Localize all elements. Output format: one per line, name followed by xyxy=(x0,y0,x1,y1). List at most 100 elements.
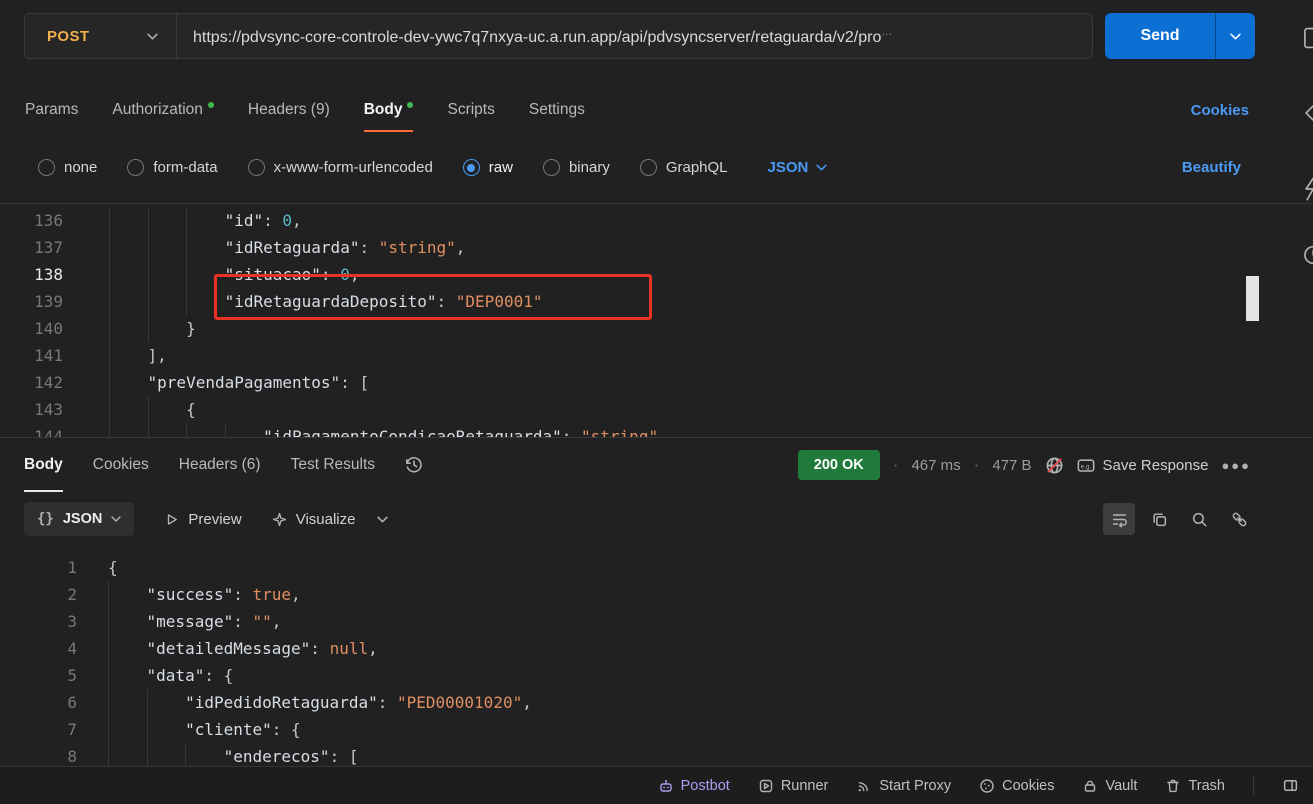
more-actions-button[interactable]: ●●● xyxy=(1221,458,1251,473)
code-line: 1{ xyxy=(0,554,1313,581)
language-select[interactable]: JSON xyxy=(768,159,828,176)
chevron-down-icon xyxy=(1230,33,1241,40)
radio-icon xyxy=(247,159,265,176)
clipboard-icon-fragment[interactable] xyxy=(1300,25,1313,51)
tab-authorization[interactable]: Authorization xyxy=(112,88,214,132)
send-button[interactable]: Send xyxy=(1105,13,1215,59)
preview-button[interactable]: Preview xyxy=(164,511,242,528)
save-response-label: Save Response xyxy=(1102,456,1209,474)
wrap-text-button[interactable] xyxy=(1103,503,1135,535)
footer-label: Postbot xyxy=(680,777,730,794)
radio-icon xyxy=(127,159,145,176)
tab-label: Test Results xyxy=(290,456,376,473)
response-tool-icons xyxy=(1103,503,1313,535)
footer-postbot[interactable]: Postbot xyxy=(658,778,730,794)
tab-label: Params xyxy=(25,101,79,118)
tab-params[interactable]: Params xyxy=(25,88,78,132)
tab-body[interactable]: Body xyxy=(363,88,414,132)
mode-x-www-form-urlencoded[interactable]: x-www-form-urlencoded xyxy=(247,159,433,176)
mode-none[interactable]: none xyxy=(38,159,97,176)
footer-label: Runner xyxy=(780,777,829,794)
panel-toggle-icon[interactable] xyxy=(1282,777,1299,794)
response-tab-test-results[interactable]: Test Results xyxy=(291,438,375,492)
status-badge[interactable]: 200 OK xyxy=(797,450,880,480)
response-time[interactable]: 467 ms xyxy=(911,457,960,474)
footer-bar: Postbot Runner Start Proxy Cookies Vault… xyxy=(0,766,1313,804)
link-icon[interactable] xyxy=(1223,503,1255,535)
method-select[interactable]: POST xyxy=(25,14,177,58)
network-warning-icon[interactable] xyxy=(1045,456,1064,475)
footer-start-proxy[interactable]: Start Proxy xyxy=(856,778,951,794)
tab-scripts[interactable]: Scripts xyxy=(447,88,494,132)
separator-dot: · xyxy=(973,455,980,474)
request-bar: POST https://pdvsync-core-controle-dev-y… xyxy=(24,13,1093,59)
footer-trash[interactable]: Trash xyxy=(1165,778,1225,794)
response-header: Body Cookies Headers (6) Test Results 20… xyxy=(0,437,1313,492)
radio-selected-icon xyxy=(462,159,480,176)
line-number: 143 xyxy=(34,400,63,419)
collapse-panel-icon-fragment[interactable] xyxy=(1300,100,1313,126)
response-editor[interactable]: 1{2 "success": true, 3 "message": "", 4 "deta… xyxy=(0,546,1313,766)
response-tab-body[interactable]: Body xyxy=(24,438,63,492)
tab-label: Authorization xyxy=(112,101,203,118)
search-icon[interactable] xyxy=(1183,503,1215,535)
code-line: 139 "idRetaguardaDeposito": "DEP0001" xyxy=(0,288,1313,315)
url-input[interactable]: https://pdvsync-core-controle-dev-ywc7q7… xyxy=(177,26,1092,47)
response-tab-cookies[interactable]: Cookies xyxy=(93,438,149,492)
mode-raw[interactable]: raw xyxy=(462,159,513,176)
tab-label: Body xyxy=(363,101,403,118)
body-mode-row: none form-data x-www-form-urlencoded raw… xyxy=(0,132,1313,204)
line-number: 2 xyxy=(67,585,77,604)
mode-label: binary xyxy=(568,159,610,176)
runner-icon xyxy=(758,778,774,794)
chevron-down-icon xyxy=(147,33,158,40)
mode-binary[interactable]: binary xyxy=(542,159,610,176)
response-format-select[interactable]: {} JSON xyxy=(24,502,135,536)
response-size[interactable]: 477 B xyxy=(992,457,1031,474)
format-options-chevron[interactable] xyxy=(377,516,389,523)
request-editor[interactable]: 136 "id": 0, 137 "idRetaguarda": "string", 1… xyxy=(0,204,1313,437)
response-history-icon[interactable] xyxy=(405,456,423,474)
separator-dot: · xyxy=(892,455,899,474)
tab-settings[interactable]: Settings xyxy=(529,88,585,132)
mode-graphql[interactable]: GraphQL xyxy=(639,159,728,176)
request-url-row: POST https://pdvsync-core-controle-dev-y… xyxy=(0,0,1313,88)
svg-text:e.g.: e.g. xyxy=(1080,463,1091,470)
mode-label: raw xyxy=(488,159,513,176)
editor-scrollbar-thumb[interactable] xyxy=(1246,276,1259,321)
mode-label: form-data xyxy=(153,159,218,176)
send-options-button[interactable] xyxy=(1215,13,1255,59)
line-number: 138 xyxy=(34,265,63,284)
code-line: 6 "idPedidoRetaguarda": "PED00001020", xyxy=(0,689,1313,716)
tab-label: Settings xyxy=(528,101,585,118)
copy-icon[interactable] xyxy=(1143,503,1175,535)
code-line: 2 "success": true, xyxy=(0,581,1313,608)
footer-cookies[interactable]: Cookies xyxy=(979,778,1054,794)
response-tab-headers[interactable]: Headers (6) xyxy=(179,438,261,492)
mode-label: x-www-form-urlencoded xyxy=(273,159,433,176)
code-line: 4 "detailedMessage": null, xyxy=(0,635,1313,662)
mode-form-data[interactable]: form-data xyxy=(127,159,218,176)
url-text: https://pdvsync-core-controle-dev-ywc7q7… xyxy=(193,28,882,46)
chevron-down-icon xyxy=(816,164,828,171)
tab-headers[interactable]: Headers (9) xyxy=(248,88,330,132)
cookies-link[interactable]: Cookies xyxy=(1191,102,1313,119)
language-label: JSON xyxy=(767,159,809,176)
footer-label: Trash xyxy=(1188,777,1225,794)
save-response-button[interactable]: e.g. Save Response xyxy=(1077,456,1209,474)
visualize-button[interactable]: Visualize xyxy=(272,510,356,528)
footer-label: Start Proxy xyxy=(879,777,952,794)
visualize-label: Visualize xyxy=(295,510,356,528)
footer-runner[interactable]: Runner xyxy=(758,777,829,794)
mode-label: GraphQL xyxy=(665,159,728,176)
footer-vault[interactable]: Vault xyxy=(1082,778,1137,794)
highlight-annotation-box xyxy=(214,274,652,320)
response-meta: 200 OK · 467 ms · 477 B e.g. Save Respon… xyxy=(797,450,1313,480)
bolt-icon-fragment[interactable] xyxy=(1300,176,1313,202)
line-number: 142 xyxy=(34,373,63,392)
line-number: 139 xyxy=(34,292,63,311)
line-number: 140 xyxy=(34,319,63,338)
beautify-link[interactable]: Beautify xyxy=(1182,159,1313,176)
clock-icon-fragment[interactable] xyxy=(1300,242,1313,268)
code-line: 136 "id": 0, xyxy=(0,207,1313,234)
